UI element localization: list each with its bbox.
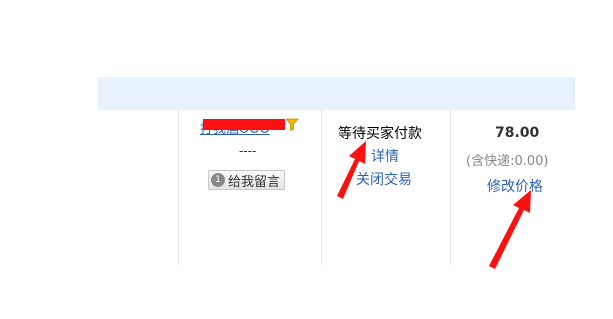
column-divider [450, 110, 451, 265]
order-status: 等待买家付款 [338, 126, 422, 142]
leave-message-label: 给我留言 [228, 174, 281, 190]
table-header-bar [98, 77, 575, 110]
order-price: 78.00 [495, 125, 540, 141]
shipping-fee: (含快递:0.00) [466, 154, 549, 169]
modify-price-link[interactable]: 修改价格 [487, 176, 543, 196]
filter-icon[interactable] [285, 118, 299, 131]
order-detail-link[interactable]: 详情 [371, 146, 399, 166]
redaction-mark [203, 119, 285, 130]
message-count-icon: 1 [211, 173, 225, 187]
column-divider [321, 110, 322, 265]
close-trade-link[interactable]: 关闭交易 [356, 169, 412, 189]
column-divider [178, 110, 179, 265]
leave-message-button[interactable]: 1 给我留言 [208, 170, 286, 190]
buyer-name-suffix: ---- [239, 144, 257, 158]
